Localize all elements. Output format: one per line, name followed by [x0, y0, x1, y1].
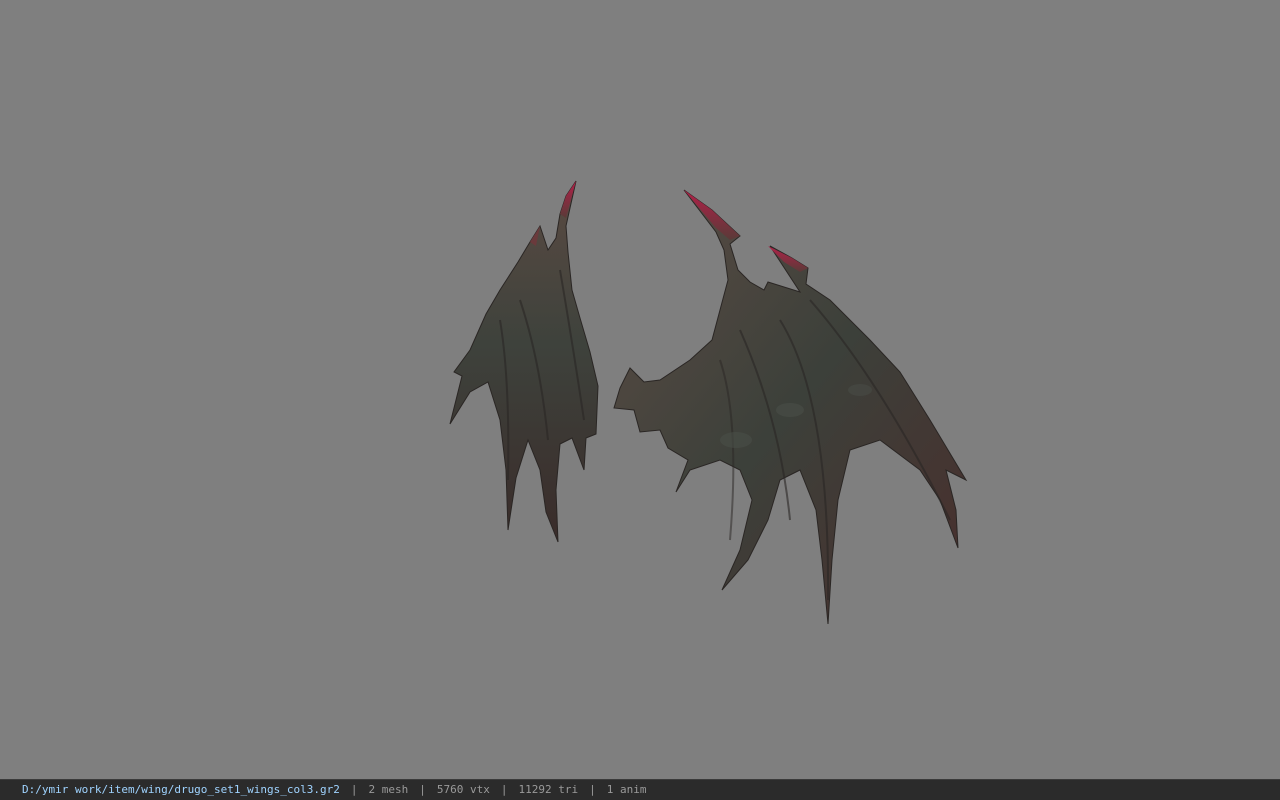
file-path-label: D:/ymir work/item/wing/drugo_set1_wings_…: [22, 783, 340, 796]
separator: |: [350, 783, 358, 796]
status-bar: D:/ymir work/item/wing/drugo_set1_wings_…: [0, 779, 1280, 800]
separator: |: [500, 783, 508, 796]
left-wing: [449, 180, 599, 543]
triangle-count-label: 11292 tri: [518, 783, 579, 796]
mesh-count-label: 2 mesh: [368, 783, 409, 796]
3d-viewport[interactable]: [0, 0, 1280, 779]
anim-count-label: 1 anim: [606, 783, 647, 796]
right-wing: [613, 189, 968, 625]
wing-model: [449, 180, 968, 625]
separator: |: [419, 783, 426, 796]
separator: |: [589, 783, 596, 796]
vertex-count-label: 5760 vtx: [436, 783, 490, 796]
